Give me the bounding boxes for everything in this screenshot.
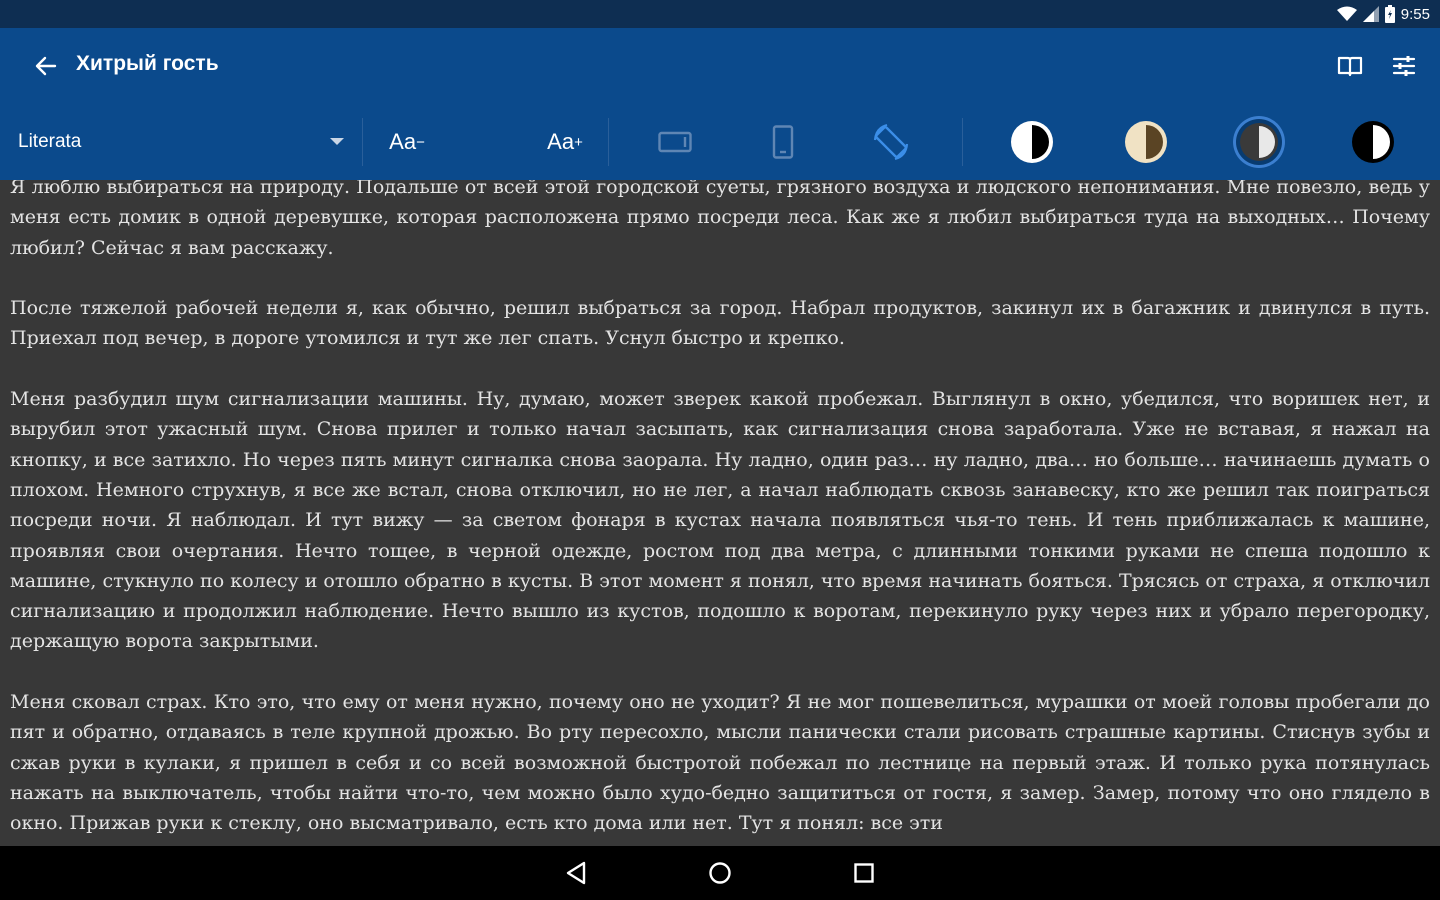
theme-black-button[interactable] <box>1347 116 1399 168</box>
theme-gray-icon <box>1240 123 1278 161</box>
signal-icon <box>1362 6 1379 22</box>
theme-sepia-icon <box>1125 121 1167 163</box>
decrease-font-button[interactable]: Aa − <box>372 104 442 180</box>
increase-font-label: Aa <box>547 129 575 154</box>
table-of-contents-button[interactable] <box>1330 46 1370 86</box>
nav-recents-button[interactable] <box>844 853 884 893</box>
paragraph: Меня разбудил шум сигнализации машины. Н… <box>10 388 1430 653</box>
back-button[interactable] <box>26 46 66 86</box>
reader-settings-button[interactable] <box>1384 46 1424 86</box>
portrait-icon <box>772 125 794 159</box>
paragraph: Меня сковал страх. Кто это, что ему от м… <box>10 691 1430 835</box>
auto-rotate-button[interactable] <box>864 104 918 180</box>
decrease-font-label: Aa <box>389 129 417 154</box>
theme-sepia-button[interactable] <box>1120 116 1172 168</box>
decrease-font-suffix: − <box>416 133 425 151</box>
auto-rotate-icon <box>873 123 909 161</box>
status-icons: 9:55 <box>1336 0 1430 28</box>
landscape-icon <box>658 131 692 153</box>
divider <box>962 118 963 166</box>
landscape-orientation-button[interactable] <box>650 104 700 180</box>
font-name: Literata <box>18 131 82 152</box>
book-text: Я люблю выбираться на природу. Подальше … <box>10 180 1430 846</box>
chevron-down-icon <box>330 138 344 145</box>
increase-font-suffix: + <box>574 133 583 151</box>
home-circle-icon <box>709 862 731 884</box>
battery-icon <box>1384 5 1395 23</box>
paragraph: Я люблю выбираться на природу. Подальше … <box>10 180 1430 259</box>
reader-page[interactable]: Я люблю выбираться на природу. Подальше … <box>0 180 1440 846</box>
theme-white-button[interactable] <box>1006 116 1058 168</box>
portrait-orientation-button[interactable] <box>758 104 808 180</box>
wifi-icon <box>1336 6 1357 21</box>
status-bar: 9:55 <box>0 0 1440 28</box>
recents-square-icon <box>854 863 874 883</box>
arrow-left-icon <box>35 56 57 76</box>
reader-toolbar: Literata Aa − Aa + <box>0 104 1440 180</box>
navigation-bar <box>0 846 1440 900</box>
book-title: Хитрый гость <box>76 52 219 75</box>
divider <box>362 118 363 166</box>
increase-font-button[interactable]: Aa + <box>530 104 600 180</box>
theme-black-icon <box>1352 121 1394 163</box>
divider <box>608 118 609 166</box>
paragraph: После тяжелой рабочей недели я, как обыч… <box>10 297 1430 350</box>
theme-white-icon <box>1011 121 1053 163</box>
sliders-icon <box>1392 56 1416 76</box>
clock: 9:55 <box>1400 5 1430 23</box>
app-bar: Хитрый гость <box>0 28 1440 104</box>
back-triangle-icon <box>566 861 586 885</box>
theme-gray-button[interactable] <box>1233 116 1285 168</box>
font-family-dropdown[interactable]: Literata <box>0 104 362 180</box>
nav-home-button[interactable] <box>700 853 740 893</box>
book-icon <box>1337 56 1363 77</box>
nav-back-button[interactable] <box>556 853 596 893</box>
